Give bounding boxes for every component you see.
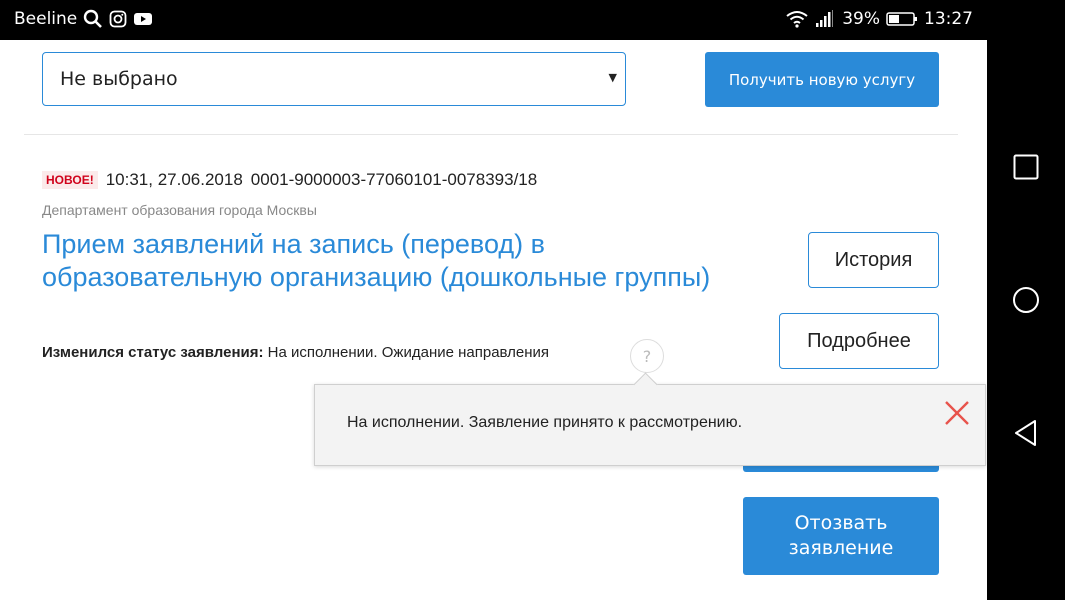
department-name: Департамент образования города Москвы xyxy=(42,202,317,218)
application-meta: НОВОЕ! 10:31, 27.06.2018 0001-9000003-77… xyxy=(42,170,537,190)
instagram-icon xyxy=(109,10,127,28)
clock: 13:27 xyxy=(924,9,973,29)
dropdown-arrow-icon: ▼ xyxy=(608,71,617,84)
home-icon xyxy=(1013,287,1039,313)
close-button[interactable] xyxy=(943,399,971,427)
details-label: Подробнее xyxy=(807,329,911,352)
status-line: Изменился статус заявления: На исполнени… xyxy=(42,344,549,361)
wifi-icon xyxy=(786,10,808,28)
status-tooltip: На исполнении. Заявление принято к рассм… xyxy=(314,372,986,466)
status-bar-right: 39% 13:27 xyxy=(786,9,973,29)
status-bar-left: Beeline xyxy=(14,9,153,29)
status-label: Изменился статус заявления: xyxy=(42,344,264,361)
details-button[interactable]: Подробнее xyxy=(779,313,939,369)
service-filter-select[interactable]: Не выбрано ▼ xyxy=(42,52,626,106)
history-label: История xyxy=(834,248,913,271)
application-datetime: 10:31, 27.06.2018 xyxy=(105,170,243,189)
battery-icon xyxy=(886,11,918,27)
history-button[interactable]: История xyxy=(808,232,939,288)
recent-apps-icon xyxy=(1013,154,1039,180)
divider xyxy=(24,134,958,135)
status-value: На исполнении. Ожидание направления xyxy=(267,344,550,361)
application-number: 0001-9000003-77060101-0078393/18 xyxy=(250,170,538,189)
withdraw-label: Отозвать заявление xyxy=(788,512,894,559)
get-new-service-button[interactable]: Получить новую услугу xyxy=(705,52,939,107)
youtube-icon xyxy=(133,11,153,27)
carrier-name: Beeline xyxy=(14,9,78,29)
select-value: Не выбрано xyxy=(60,68,178,90)
back-button[interactable] xyxy=(1011,418,1041,448)
signal-icon xyxy=(814,10,836,28)
tooltip-text: На исполнении. Заявление принято к рассм… xyxy=(347,414,743,431)
battery-percent: 39% xyxy=(842,9,880,29)
main-content: Не выбрано ▼ Получить новую услугу НОВОЕ… xyxy=(0,40,987,600)
tooltip-arrow xyxy=(633,372,658,397)
navigation-bar xyxy=(987,0,1065,600)
back-icon xyxy=(1015,420,1036,446)
status-bar: Beeline 39% 13:27 xyxy=(0,0,987,40)
help-icon[interactable]: ? xyxy=(630,339,664,373)
service-title-link[interactable]: Прием заявлений на запись (перевод) в об… xyxy=(42,228,722,294)
search-icon xyxy=(83,9,103,29)
close-icon xyxy=(945,401,969,425)
get-new-service-label: Получить новую услугу xyxy=(728,70,916,89)
recent-apps-button[interactable] xyxy=(1011,152,1041,182)
new-badge: НОВОЕ! xyxy=(42,171,98,189)
withdraw-application-button[interactable]: Отозвать заявление xyxy=(743,497,939,575)
home-button[interactable] xyxy=(1011,285,1041,315)
